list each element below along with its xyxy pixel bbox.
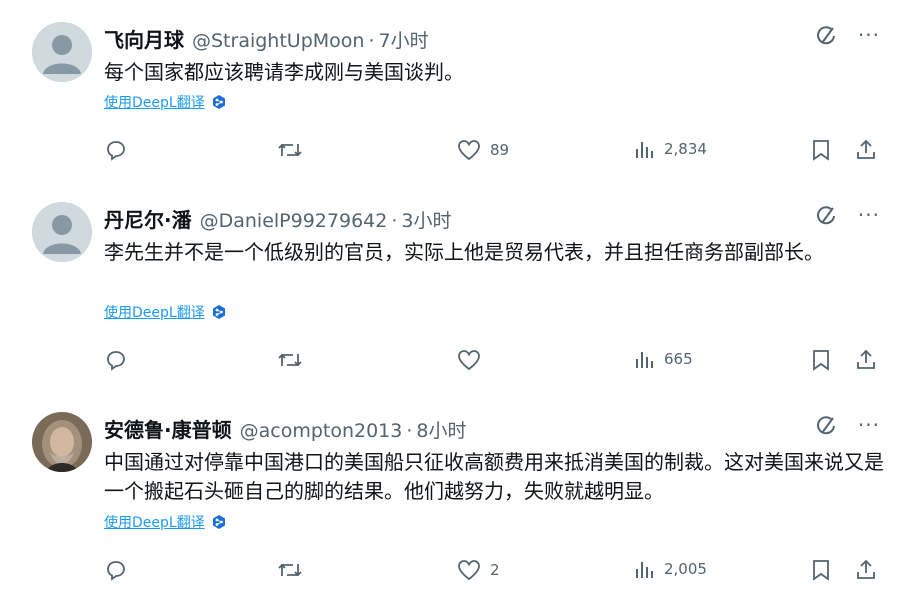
repost-button[interactable]: [276, 558, 304, 582]
deepl-badge-icon: [212, 515, 225, 529]
reply-button[interactable]: [104, 558, 128, 582]
bookmark-icon: [813, 350, 829, 371]
like-button[interactable]: 2: [456, 558, 500, 582]
tweet-2[interactable]: 丹尼尔·潘 @DanielP99279642 · 3小时 ··· 李先生并不是一…: [0, 202, 908, 392]
grok-icon[interactable]: [816, 24, 838, 46]
translate-label[interactable]: 使用DeepL翻译: [104, 512, 205, 532]
avatar[interactable]: [32, 412, 92, 472]
like-button[interactable]: 89: [456, 138, 509, 162]
views-button[interactable]: 2,834: [634, 138, 707, 160]
bookmark-icon: [813, 560, 829, 581]
tweet-text: 李先生并不是一个低级别的官员，实际上他是贸易代表，并且担任商务部副部长。: [104, 240, 824, 264]
user-handle[interactable]: @acompton2013: [240, 420, 403, 442]
translate-link[interactable]: 使用DeepL翻译: [104, 302, 227, 322]
views-button[interactable]: 665: [634, 348, 693, 370]
repost-icon: [278, 143, 302, 157]
share-button[interactable]: [854, 138, 878, 162]
views-count: 665: [664, 350, 693, 368]
deepl-badge-icon: [212, 95, 225, 109]
tweet-3[interactable]: 安德鲁·康普顿 @acompton2013 · 8小时 ··· 中国通过对停靠中…: [0, 412, 908, 600]
reply-icon: [107, 561, 125, 581]
repost-icon: [278, 353, 302, 367]
display-name[interactable]: 丹尼尔·潘: [104, 204, 192, 233]
more-options-icon[interactable]: ···: [858, 415, 880, 435]
photo-avatar: [32, 412, 92, 472]
display-name[interactable]: 安德鲁·康普顿: [104, 414, 232, 443]
repost-icon: [278, 563, 302, 577]
repost-button[interactable]: [276, 138, 304, 162]
user-handle[interactable]: @StraightUpMoon: [192, 30, 364, 52]
share-button[interactable]: [854, 558, 878, 582]
bookmark-icon: [813, 140, 829, 161]
reply-button[interactable]: [104, 138, 128, 162]
repost-button[interactable]: [276, 348, 304, 372]
views-count: 2,005: [664, 560, 707, 578]
bookmark-button[interactable]: [810, 348, 832, 372]
separator-dot: ·: [391, 210, 398, 232]
display-name[interactable]: 飞向月球: [104, 24, 184, 53]
bookmark-button[interactable]: [810, 138, 832, 162]
grok-icon[interactable]: [816, 414, 838, 436]
heart-icon: [458, 560, 480, 581]
translate-label[interactable]: 使用DeepL翻译: [104, 92, 205, 112]
tweet-1[interactable]: 飞向月球 @StraightUpMoon · 7小时 ··· 每个国家都应该聘请…: [0, 22, 908, 182]
separator-dot: ·: [406, 420, 413, 442]
views-icon: [636, 142, 653, 158]
bookmark-button[interactable]: [810, 558, 832, 582]
avatar[interactable]: [32, 22, 92, 82]
views-button[interactable]: 2,005: [634, 558, 707, 580]
reply-icon: [107, 141, 125, 161]
reply-button[interactable]: [104, 348, 128, 372]
like-button[interactable]: [456, 348, 490, 372]
tweet-text: 每个国家都应该聘请李成刚与美国谈判。: [104, 60, 464, 84]
views-count: 2,834: [664, 140, 707, 158]
timestamp[interactable]: 7小时: [379, 26, 429, 53]
share-button[interactable]: [854, 348, 878, 372]
more-options-icon[interactable]: ···: [858, 205, 880, 225]
share-icon: [857, 139, 875, 159]
share-icon: [857, 559, 875, 579]
grok-icon[interactable]: [816, 204, 838, 226]
heart-icon: [458, 140, 480, 161]
user-handle[interactable]: @DanielP99279642: [200, 210, 388, 232]
views-icon: [636, 352, 653, 368]
timestamp[interactable]: 3小时: [401, 206, 451, 233]
tweet-text: 中国通过对停靠中国港口的美国船只征收高额费用来抵消美国的制裁。这对美国来说又是一…: [104, 450, 884, 503]
reply-icon: [107, 351, 125, 371]
deepl-badge-icon: [212, 305, 225, 319]
separator-dot: ·: [368, 30, 375, 52]
translate-link[interactable]: 使用DeepL翻译: [104, 512, 227, 532]
translate-link[interactable]: 使用DeepL翻译: [104, 92, 227, 112]
share-icon: [857, 349, 875, 369]
views-icon: [636, 562, 653, 578]
translate-label[interactable]: 使用DeepL翻译: [104, 302, 205, 322]
avatar[interactable]: [32, 202, 92, 262]
like-count: 89: [490, 141, 510, 159]
heart-icon: [458, 350, 480, 371]
default-avatar-icon: [32, 202, 92, 262]
like-count: 2: [490, 561, 500, 579]
timestamp[interactable]: 8小时: [416, 416, 466, 443]
default-avatar-icon: [32, 22, 92, 82]
more-options-icon[interactable]: ···: [858, 25, 880, 45]
